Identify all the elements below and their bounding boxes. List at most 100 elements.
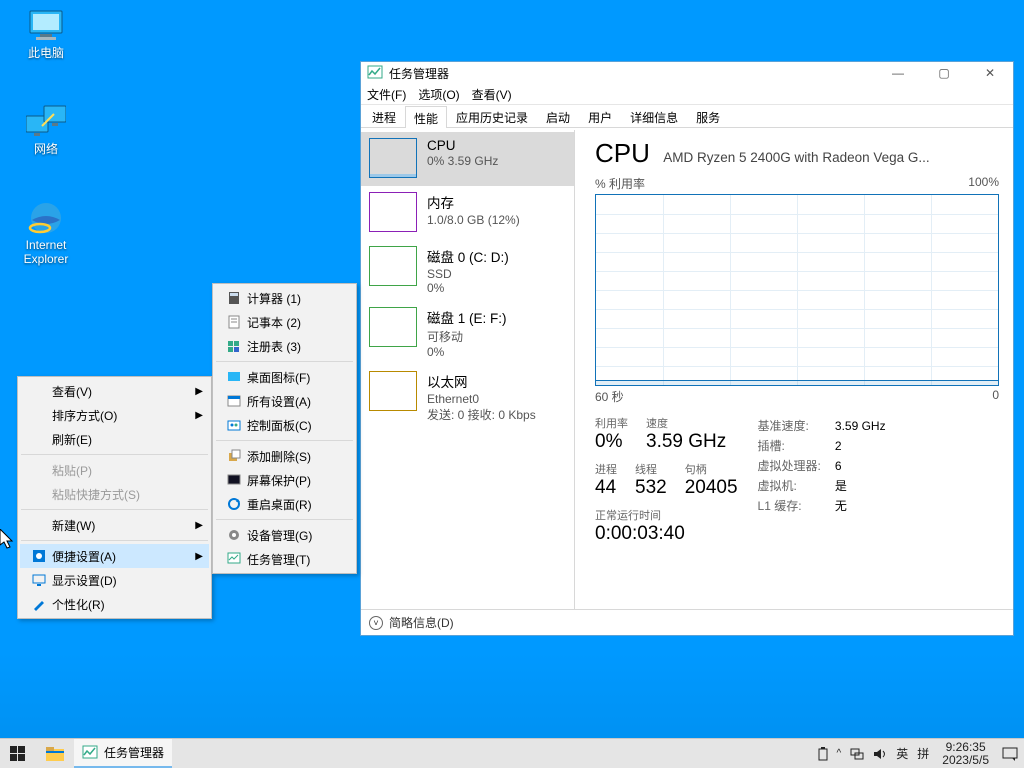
- memory-sparkline: [369, 192, 417, 232]
- menu-options[interactable]: 选项(O): [418, 86, 459, 103]
- system-tray: ^ 英 拼 9:26:35 2023/5/5: [818, 739, 1024, 768]
- taskbar-explorer[interactable]: [36, 739, 74, 768]
- tab-app-history[interactable]: 应用历史记录: [447, 105, 537, 127]
- tray-chevron-icon[interactable]: ^: [837, 748, 842, 759]
- titlebar[interactable]: 任务管理器 — ▢ ✕: [361, 62, 1013, 84]
- taskmgr-icon: [367, 65, 383, 81]
- tab-processes[interactable]: 进程: [363, 105, 405, 127]
- volume-icon[interactable]: [873, 747, 887, 761]
- sub: 0% 3.59 GHz: [427, 154, 498, 168]
- ie-icon: [26, 198, 66, 238]
- menu-new[interactable]: 新建(W)▶: [20, 513, 209, 537]
- ime-lang[interactable]: 英: [896, 745, 908, 762]
- tab-startup[interactable]: 启动: [537, 105, 579, 127]
- menu-paste: 粘贴(P): [20, 458, 209, 482]
- clock[interactable]: 9:26:35 2023/5/5: [938, 741, 993, 767]
- list-item-disk1[interactable]: 磁盘 1 (E: F:)可移动0%: [361, 301, 574, 365]
- menu-device-manager[interactable]: 设备管理(G): [215, 523, 354, 547]
- fewer-details[interactable]: 简略信息(D): [389, 614, 454, 631]
- menu-personalize[interactable]: 个性化(R): [20, 592, 209, 616]
- chart-ylabel: % 利用率: [595, 175, 645, 192]
- minimize-button[interactable]: —: [875, 62, 921, 84]
- notifications-icon[interactable]: [1002, 746, 1018, 762]
- start-button[interactable]: [0, 739, 36, 768]
- screensaver-icon: [221, 473, 247, 487]
- sub2: 0%: [427, 345, 507, 359]
- menu-restart-desktop[interactable]: 重启桌面(R): [215, 492, 354, 516]
- threads-value: 532: [635, 477, 667, 499]
- label: 网络: [8, 142, 84, 156]
- battery-icon[interactable]: [818, 747, 828, 761]
- menu-refresh[interactable]: 刷新(E): [20, 427, 209, 451]
- performance-list: CPU0% 3.59 GHz 内存1.0/8.0 GB (12%) 磁盘 0 (…: [361, 130, 575, 609]
- windows-icon: [10, 746, 26, 762]
- label: 此电脑: [8, 46, 84, 60]
- menu-regedit[interactable]: 注册表 (3): [215, 334, 354, 358]
- desktop-icon-ie[interactable]: Internet Explorer: [8, 200, 84, 266]
- menu-add-remove[interactable]: 添加删除(S): [215, 444, 354, 468]
- desktop-icons-icon: [221, 370, 247, 384]
- tab-performance[interactable]: 性能: [405, 106, 447, 128]
- menu-view[interactable]: 查看(V)▶: [20, 379, 209, 403]
- window-title: 任务管理器: [389, 65, 449, 82]
- util-label: 利用率: [595, 415, 628, 431]
- add-remove-icon: [221, 449, 247, 463]
- sub1: Ethernet0: [427, 392, 536, 406]
- cpu-chart[interactable]: [595, 194, 999, 386]
- restart-icon: [221, 497, 247, 511]
- menu-task-manager[interactable]: 任务管理(T): [215, 547, 354, 571]
- list-item-disk0[interactable]: 磁盘 0 (C: D:)SSD0%: [361, 240, 574, 301]
- menu-view[interactable]: 查看(V): [472, 86, 512, 103]
- base-value: 3.59 GHz: [835, 417, 886, 435]
- proc-value: 44: [595, 477, 617, 499]
- close-button[interactable]: ✕: [967, 62, 1013, 84]
- regedit-icon: [221, 339, 247, 353]
- cpu-heading: CPU: [595, 138, 650, 169]
- cpu-sparkline: [369, 138, 417, 178]
- label: CPU: [427, 138, 498, 153]
- sub1: SSD: [427, 267, 509, 281]
- desktop[interactable]: 此电脑 网络 Internet Explorer 任务管理器 — ▢ ✕ 文件(…: [0, 0, 1024, 768]
- folder-icon: [46, 746, 64, 762]
- network-tray-icon[interactable]: [850, 747, 864, 761]
- date: 2023/5/5: [942, 754, 989, 767]
- desktop-icon-this-pc[interactable]: 此电脑: [8, 8, 84, 60]
- list-item-memory[interactable]: 内存1.0/8.0 GB (12%): [361, 186, 574, 240]
- proc-label: 进程: [595, 461, 617, 477]
- disk-sparkline: [369, 246, 417, 286]
- list-item-ethernet[interactable]: 以太网Ethernet0发送: 0 接收: 0 Kbps: [361, 365, 574, 429]
- cpu-panel: CPU AMD Ryzen 5 2400G with Radeon Vega G…: [575, 130, 1013, 609]
- list-item-cpu[interactable]: CPU0% 3.59 GHz: [361, 132, 574, 186]
- vm-value: 是: [835, 477, 886, 495]
- menu-file[interactable]: 文件(F): [367, 86, 406, 103]
- ime-mode[interactable]: 拼: [917, 745, 929, 762]
- menu-calculator[interactable]: 计算器 (1): [215, 286, 354, 310]
- collapse-icon[interactable]: ˅: [369, 616, 383, 630]
- network-sparkline: [369, 371, 417, 411]
- desktop-icon-network[interactable]: 网络: [8, 104, 84, 156]
- tab-details[interactable]: 详细信息: [621, 105, 687, 127]
- chart-grid: [596, 195, 998, 385]
- menu-control-panel[interactable]: 控制面板(C): [215, 413, 354, 437]
- uptime-label: 正常运行时间: [595, 507, 738, 523]
- menu-notepad[interactable]: 记事本 (2): [215, 310, 354, 334]
- menu-desktop-icons[interactable]: 桌面图标(F): [215, 365, 354, 389]
- taskbar-task-taskmgr[interactable]: 任务管理器: [74, 739, 172, 768]
- menu-quick-settings[interactable]: 便捷设置(A)▶: [20, 544, 209, 568]
- menu-sort[interactable]: 排序方式(O)▶: [20, 403, 209, 427]
- maximize-button[interactable]: ▢: [921, 62, 967, 84]
- cpu-model: AMD Ryzen 5 2400G with Radeon Vega G...: [663, 150, 929, 165]
- taskbar[interactable]: 任务管理器 ^ 英 拼 9:26:35 2023/5/5: [0, 738, 1024, 768]
- menu-display-settings[interactable]: 显示设置(D): [20, 568, 209, 592]
- tab-users[interactable]: 用户: [579, 105, 621, 127]
- device-mgr-icon: [221, 528, 247, 542]
- tab-services[interactable]: 服务: [687, 105, 729, 127]
- menu-screensaver[interactable]: 屏幕保护(P): [215, 468, 354, 492]
- menu-all-settings[interactable]: 所有设置(A): [215, 389, 354, 413]
- window-bottombar: ˅ 简略信息(D): [361, 609, 1013, 635]
- chart-ymax: 100%: [968, 175, 999, 192]
- uptime-value: 0:00:03:40: [595, 523, 738, 545]
- task-manager-window[interactable]: 任务管理器 — ▢ ✕ 文件(F) 选项(O) 查看(V) 进程 性能 应用历史…: [360, 61, 1014, 636]
- sub2: 0%: [427, 281, 509, 295]
- control-panel-icon: [221, 418, 247, 432]
